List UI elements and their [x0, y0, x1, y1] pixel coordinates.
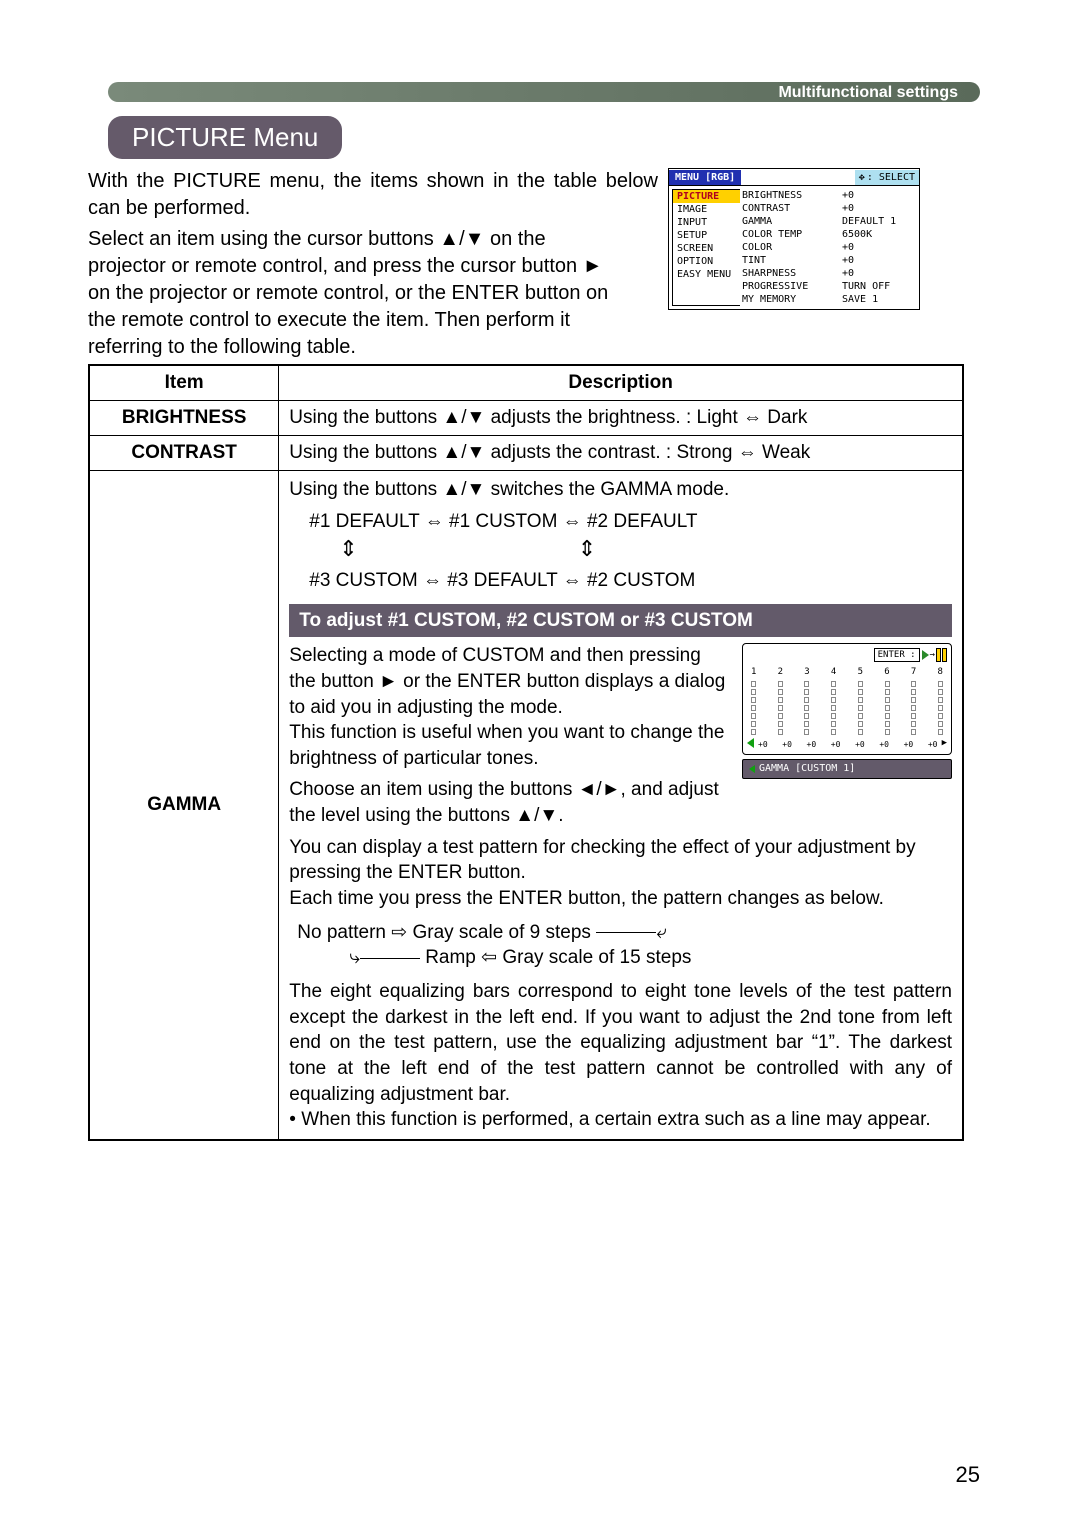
osd-tab: INPUT: [673, 216, 740, 229]
corner-up-icon: ⤷: [349, 947, 360, 968]
pattern-line1-text: No pattern ⇨ Gray scale of 9 steps: [297, 922, 596, 943]
osd-item-name: SHARPNESS: [740, 267, 840, 280]
osd-item-value: +0: [840, 254, 916, 267]
gamma-custom-figure-label: GAMMA [CUSTOM 1]: [742, 759, 952, 779]
row-gamma-desc: Using the buttons ▲/▼ switches the GAMMA…: [279, 471, 963, 1140]
header-desc: Description: [279, 365, 963, 401]
header-item: Item: [89, 365, 279, 401]
osd-menu-label: MENU [RGB]: [669, 170, 741, 185]
pattern-line2-text: Ramp ⇦ Gray scale of 15 steps: [425, 947, 691, 968]
gamma-cycle-top: #1 DEFAULT ⇔ #1 CUSTOM ⇔ #2 DEFAULT: [309, 509, 952, 535]
row-gamma-label: GAMMA: [89, 471, 279, 1140]
osd-tab: OPTION: [673, 255, 740, 268]
osd-item-names: BRIGHTNESS CONTRAST GAMMA COLOR TEMP COL…: [740, 189, 840, 306]
header-bar: Multifunctional settings: [108, 82, 980, 102]
triangle-left-icon: [747, 738, 754, 748]
gamma-custom-p1: Selecting a mode of CUSTOM and then pres…: [289, 643, 732, 720]
osd-item-value: SAVE 1: [840, 293, 916, 306]
osd-item-value: +0: [840, 189, 916, 202]
long-arrow-icon: [360, 958, 420, 959]
row-brightness-label: BRIGHTNESS: [89, 401, 279, 436]
corner-down-icon: ⤶: [656, 922, 667, 943]
gamma-custom-banner: To adjust #1 CUSTOM, #2 CUSTOM or #3 CUS…: [289, 604, 952, 638]
intro-p1: With the PICTURE menu, the items shown i…: [88, 168, 658, 222]
gamma-eq-note: • When this function is performed, a cer…: [289, 1107, 952, 1133]
osd-menu-figure: MENU [RGB] ✥ : SELECT PICTURE IMAGE INPU…: [668, 168, 920, 310]
triangle-right-icon: ▶: [942, 737, 947, 749]
triangle-left-icon: [749, 765, 755, 773]
osd-item-value: +0: [840, 267, 916, 280]
osd-tab: SETUP: [673, 229, 740, 242]
intro-text: With the PICTURE menu, the items shown i…: [88, 168, 658, 361]
osd-select-label: ✥ : SELECT: [855, 170, 919, 185]
page-title: PICTURE Menu: [108, 116, 342, 159]
gamma-custom-p5: Each time you press the ENTER button, th…: [289, 886, 952, 912]
row-brightness-desc: Using the buttons ▲/▼ adjusts the bright…: [279, 401, 963, 436]
eq-bar-numbers: 1 2 3 4 5 6 7 8: [747, 666, 947, 678]
page-number: 25: [956, 1462, 980, 1488]
osd-item-value: +0: [840, 241, 916, 254]
osd-tab: EASY MENU: [673, 268, 740, 281]
osd-item-name: MY MEMORY: [740, 293, 840, 306]
gamma-custom-p2: This function is useful when you want to…: [289, 720, 732, 771]
osd-item-name: BRIGHTNESS: [740, 189, 840, 202]
arrow-right-icon: →: [930, 649, 935, 661]
gamma-cycle-bottom: #3 CUSTOM ⇔ #3 DEFAULT ⇔ #2 CUSTOM: [309, 568, 952, 594]
settings-table: Item Description BRIGHTNESS Using the bu…: [88, 364, 964, 1141]
row-contrast-label: CONTRAST: [89, 436, 279, 471]
intro-p2: Select an item using the cursor buttons …: [88, 226, 618, 361]
dpad-icon: ✥: [859, 172, 865, 183]
osd-tab: IMAGE: [673, 203, 740, 216]
eq-bars: [747, 681, 947, 735]
enter-label: ENTER :: [874, 648, 920, 662]
osd-item-values: +0 +0 DEFAULT 1 6500K +0 +0 +0 TURN OFF …: [840, 189, 916, 306]
pattern-cycle: No pattern ⇨ Gray scale of 9 steps ⤶ ⤷ R…: [289, 920, 952, 971]
osd-item-name: TINT: [740, 254, 840, 267]
row-contrast-desc: Using the buttons ▲/▼ adjusts the contra…: [279, 436, 963, 471]
osd-item-value: 6500K: [840, 228, 916, 241]
play-icon: [922, 650, 929, 660]
osd-tab: PICTURE: [673, 190, 740, 203]
long-arrow-icon: [596, 932, 656, 933]
osd-item-value: TURN OFF: [840, 280, 916, 293]
section-label: Multifunctional settings: [778, 84, 958, 102]
equalizer-figure: ENTER : → 1 2 3: [742, 643, 952, 828]
osd-item-name: CONTRAST: [740, 202, 840, 215]
gamma-intro: Using the buttons ▲/▼ switches the GAMMA…: [289, 477, 952, 503]
osd-tab: SCREEN: [673, 242, 740, 255]
eq-bar-values: +0 +0 +0 +0 +0 +0 +0 +0: [756, 740, 940, 751]
osd-item-name: PROGRESSIVE: [740, 280, 840, 293]
gamma-cycle-arrows: ⇕ ⇕: [339, 534, 952, 564]
osd-item-name: COLOR: [740, 241, 840, 254]
osd-item-name: GAMMA: [740, 215, 840, 228]
gamma-eq-paragraph: The eight equalizing bars correspond to …: [289, 979, 952, 1107]
osd-item-value: DEFAULT 1: [840, 215, 916, 228]
gamma-custom-p4: You can display a test pattern for check…: [289, 835, 952, 886]
highlight-bars-icon: [936, 648, 947, 662]
updown-arrow-icon: ⇕: [339, 534, 357, 564]
osd-item-name: COLOR TEMP: [740, 228, 840, 241]
osd-tab-list: PICTURE IMAGE INPUT SETUP SCREEN OPTION …: [672, 189, 740, 306]
osd-item-value: +0: [840, 202, 916, 215]
updown-arrow-icon: ⇕: [578, 534, 596, 564]
gamma-custom-p3: Choose an item using the buttons ◄/►, an…: [289, 777, 732, 828]
